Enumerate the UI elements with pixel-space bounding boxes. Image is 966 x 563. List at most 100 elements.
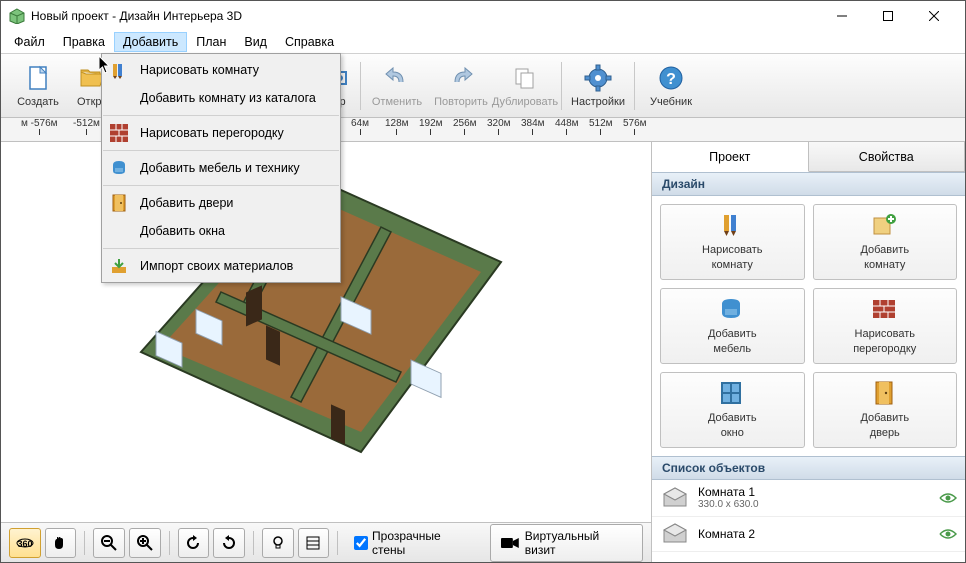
toolbar-tutorial-button[interactable]: ? Учебник [640,56,702,116]
room-thumb-icon [660,486,690,510]
menu-item-label: Импорт своих материалов [140,259,293,273]
card-add-room[interactable]: Добавить комнату [813,204,958,280]
new-file-icon [23,63,53,93]
button-label: Виртуальный визит [525,529,632,557]
pencil-icon [108,59,130,81]
toolbar-settings-button[interactable]: Настройки [567,56,629,116]
menu-item-draw-room[interactable]: Нарисовать комнату [102,56,340,84]
menu-item-label: Нарисовать комнату [140,63,259,77]
toolbar-label: Настройки [571,96,625,108]
menu-item-label: Добавить двери [140,196,233,210]
menu-item-import-materials[interactable]: Импорт своих материалов [102,252,340,280]
menu-item-add-furniture[interactable]: Добавить мебель и технику [102,154,340,182]
card-draw-room[interactable]: Нарисовать комнату [660,204,805,280]
minimize-button[interactable] [819,1,865,31]
card-add-door[interactable]: Добавить дверь [813,372,958,448]
close-button[interactable] [911,1,957,31]
transparent-walls-checkbox[interactable]: Прозрачные стены [354,529,476,557]
toolbar-duplicate-button[interactable]: Дублировать [494,56,556,116]
card-draw-partition[interactable]: Нарисовать перегородку [813,288,958,364]
checkbox-label: Прозрачные стены [372,529,476,557]
menu-add[interactable]: Добавить [114,32,187,52]
window-title: Новый проект - Дизайн Интерьера 3D [31,9,819,23]
import-icon [108,255,130,277]
armchair-icon [718,296,746,324]
toolbar-separator [84,531,85,555]
toolbar-label: Откр [77,96,102,108]
rotate-cw-button[interactable] [213,528,245,558]
title-bar: Новый проект - Дизайн Интерьера 3D [1,1,965,31]
transparent-walls-input[interactable] [354,536,368,550]
svg-text:?: ? [666,71,676,88]
design-tools-grid: Нарисовать комнату Добавить комнату Доба… [652,196,965,456]
room-thumb-icon [660,522,690,546]
menu-item-label: Добавить комнату из каталога [140,91,316,105]
tab-properties[interactable]: Свойства [809,142,966,171]
light-button[interactable] [262,528,294,558]
section-header-objects: Список объектов [652,456,965,480]
menu-view[interactable]: Вид [235,32,276,52]
brick-wall-icon [871,296,899,324]
menu-separator [103,150,339,151]
menu-bar: Файл Правка Добавить План Вид Справка [1,31,965,53]
object-row[interactable]: Комната 1 330.0 x 630.0 [652,480,965,517]
viewport-toolbar: 360 Прозрачные стены Виртуальный визит [1,522,651,562]
window-icon [108,220,130,242]
toolbar-separator [169,531,170,555]
right-panel: Проект Свойства Дизайн Нарисовать комнат… [651,142,965,562]
menu-edit[interactable]: Правка [54,32,114,52]
menu-help[interactable]: Справка [276,32,343,52]
toolbar-label: Дублировать [492,96,558,108]
object-info: Комната 2 [698,527,931,541]
gear-icon [583,63,613,93]
object-name: Комната 2 [698,527,931,541]
menu-separator [103,185,339,186]
orbit-button[interactable]: 360 [9,528,41,558]
card-add-window[interactable]: Добавить окно [660,372,805,448]
rotate-ccw-button[interactable] [178,528,210,558]
redo-icon [446,63,476,93]
add-room-icon [871,212,899,240]
object-row[interactable]: Комната 2 [652,517,965,552]
toolbar-create-button[interactable]: Создать [7,56,69,116]
undo-icon [382,63,412,93]
toolbar-label: Создать [17,96,59,108]
help-icon: ? [656,63,686,93]
menu-separator [103,248,339,249]
toolbar-separator [253,531,254,555]
visibility-toggle-icon[interactable] [939,492,957,504]
object-name: Комната 1 [698,485,931,499]
toolbar-separator [561,62,562,110]
menu-plan[interactable]: План [187,32,235,52]
zoom-out-button[interactable] [93,528,125,558]
menu-item-add-doors[interactable]: Добавить двери [102,189,340,217]
object-list: Комната 1 330.0 x 630.0 Комната 2 [652,480,965,562]
toolbar-separator [337,531,338,555]
pan-button[interactable] [45,528,77,558]
card-add-furniture[interactable]: Добавить мебель [660,288,805,364]
toolbar-redo-button[interactable]: Повторить [430,56,492,116]
toolbar-undo-button[interactable]: Отменить [366,56,428,116]
window-icon [718,380,746,408]
toolbar-label: Учебник [650,96,692,108]
menu-item-draw-partition[interactable]: Нарисовать перегородку [102,119,340,147]
armchair-icon [108,157,130,179]
menu-item-label: Нарисовать перегородку [140,126,284,140]
toolbar-separator [360,62,361,110]
door-icon [871,380,899,408]
menu-file[interactable]: Файл [5,32,54,52]
door-icon [108,192,130,214]
maximize-button[interactable] [865,1,911,31]
menu-item-add-room-catalog[interactable]: Добавить комнату из каталога [102,84,340,112]
toolbar-label: Отменить [372,96,422,108]
visibility-toggle-icon[interactable] [939,528,957,540]
duplicate-icon [510,63,540,93]
add-menu-dropdown: Нарисовать комнату Добавить комнату из к… [101,53,341,283]
zoom-in-button[interactable] [129,528,161,558]
menu-item-add-windows[interactable]: Добавить окна [102,217,340,245]
object-dims: 330.0 x 630.0 [698,499,931,511]
virtual-visit-button[interactable]: Виртуальный визит [490,524,643,562]
catalog-icon [108,87,130,109]
texture-button[interactable] [298,528,330,558]
tab-project[interactable]: Проект [652,142,809,172]
